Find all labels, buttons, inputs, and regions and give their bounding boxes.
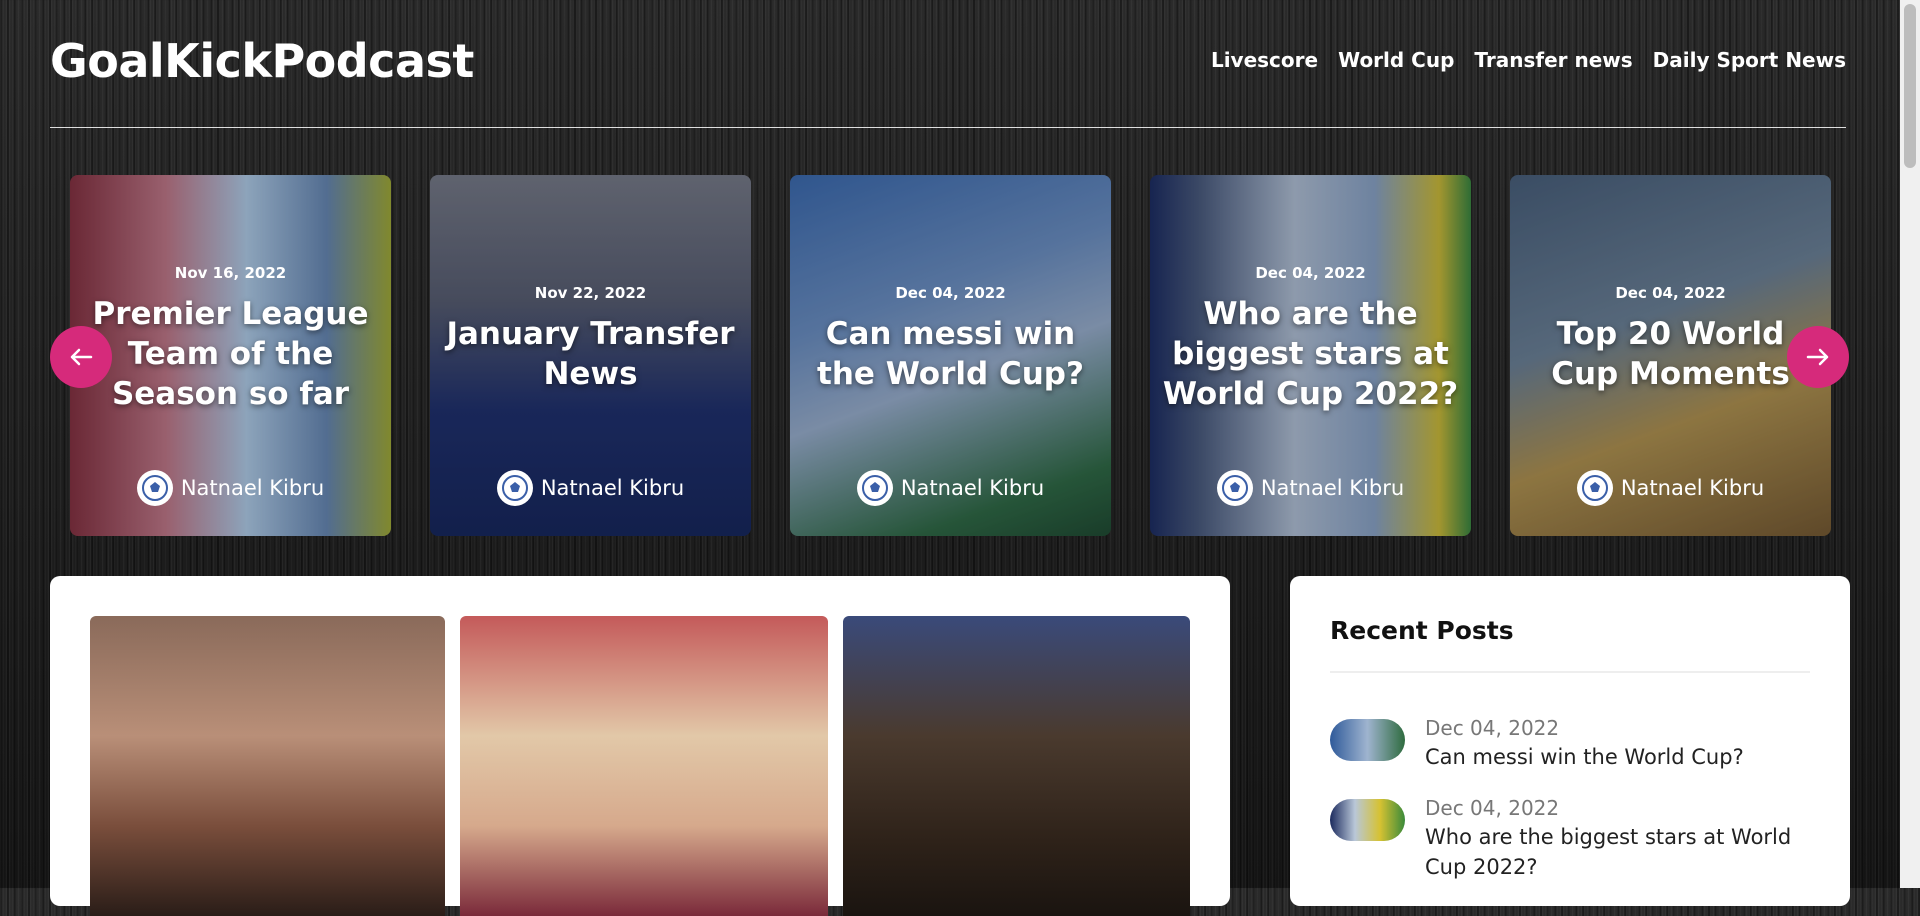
slider-card[interactable]: Dec 04, 2022 Can messi win the World Cup…: [790, 175, 1111, 536]
site-header: GoalKickPodcast Livescore World Cup Tran…: [50, 0, 1846, 128]
slider-next-button[interactable]: [1787, 326, 1849, 388]
recent-post-thumbnail: [1330, 799, 1405, 841]
nav-daily-sport-news[interactable]: Daily Sport News: [1653, 48, 1846, 72]
author-avatar: [496, 470, 533, 506]
recent-post-title: Who are the biggest stars at World Cup 2…: [1425, 825, 1792, 879]
author-name: Natnael Kibru: [1620, 476, 1765, 500]
nav-world-cup[interactable]: World Cup: [1338, 48, 1454, 72]
post-thumbnail[interactable]: [90, 616, 445, 916]
author-avatar: [136, 470, 173, 506]
soccer-ball-icon: [501, 475, 528, 501]
soccer-ball-icon: [861, 475, 888, 501]
recent-posts-panel: Recent Posts Dec 04, 2022 Can messi win …: [1290, 576, 1850, 906]
card-date: Dec 04, 2022: [1255, 264, 1366, 282]
card-author: Natnael Kibru: [1510, 470, 1831, 506]
author-name: Natnael Kibru: [900, 476, 1045, 500]
card-title: Premier League Team of the Season so far: [92, 296, 369, 412]
recent-post-thumbnail: [1330, 719, 1405, 761]
arrow-left-icon: [70, 348, 93, 366]
main-nav: Livescore World Cup Transfer news Daily …: [1211, 48, 1846, 72]
card-date: Dec 04, 2022: [1615, 284, 1726, 302]
soccer-ball-icon: [141, 475, 168, 501]
nav-transfer-news[interactable]: Transfer news: [1474, 48, 1632, 72]
page-scrollbar[interactable]: [1900, 0, 1920, 888]
author-avatar: [1216, 470, 1253, 506]
recent-post-item[interactable]: Dec 04, 2022 Can messi win the World Cup…: [1330, 716, 1810, 772]
card-title: Can messi win the World Cup?: [817, 316, 1084, 392]
scrollbar-thumb[interactable]: [1904, 4, 1916, 168]
site-logo[interactable]: GoalKickPodcast: [50, 34, 474, 88]
slider-card[interactable]: Dec 04, 2022 Top 20 World Cup Moments Na…: [1510, 175, 1831, 536]
recent-posts-title: Recent Posts: [1330, 616, 1514, 645]
arrow-right-icon: [1806, 348, 1829, 366]
divider: [1330, 671, 1810, 673]
card-date: Nov 16, 2022: [174, 264, 287, 282]
slider-prev-button[interactable]: [50, 326, 112, 388]
soccer-ball-icon: [1221, 475, 1248, 501]
card-author: Natnael Kibru: [70, 470, 391, 506]
author-avatar: [856, 470, 893, 506]
recent-post-date: Dec 04, 2022: [1425, 716, 1560, 740]
recent-post-title: Can messi win the World Cup?: [1425, 745, 1744, 769]
card-title: Who are the biggest stars at World Cup 2…: [1162, 296, 1459, 412]
soccer-ball-icon: [1581, 475, 1608, 501]
author-name: Natnael Kibru: [1260, 476, 1405, 500]
card-author: Natnael Kibru: [790, 470, 1111, 506]
author-name: Natnael Kibru: [540, 476, 685, 500]
post-thumbnail[interactable]: [460, 616, 828, 916]
slider-card[interactable]: Nov 16, 2022 Premier League Team of the …: [70, 175, 391, 536]
card-author: Natnael Kibru: [430, 470, 751, 506]
main-content-panel: [50, 576, 1230, 916]
recent-post-item[interactable]: Dec 04, 2022 Who are the biggest stars a…: [1330, 796, 1810, 882]
card-author: Natnael Kibru: [1150, 470, 1471, 506]
recent-post-date: Dec 04, 2022: [1425, 796, 1560, 820]
card-title: Top 20 World Cup Moments: [1551, 316, 1790, 392]
card-title: January Transfer News: [446, 316, 735, 392]
post-thumbnail[interactable]: [843, 616, 1190, 916]
featured-slider: Nov 16, 2022 Premier League Team of the …: [20, 175, 1831, 536]
card-date: Nov 22, 2022: [534, 284, 647, 302]
author-name: Natnael Kibru: [180, 476, 325, 500]
slider-card[interactable]: Nov 22, 2022 January Transfer News Natna…: [430, 175, 751, 536]
slider-card[interactable]: Dec 04, 2022 Who are the biggest stars a…: [1150, 175, 1471, 536]
card-date: Dec 04, 2022: [895, 284, 1006, 302]
author-avatar: [1576, 470, 1613, 506]
nav-livescore[interactable]: Livescore: [1211, 48, 1318, 72]
